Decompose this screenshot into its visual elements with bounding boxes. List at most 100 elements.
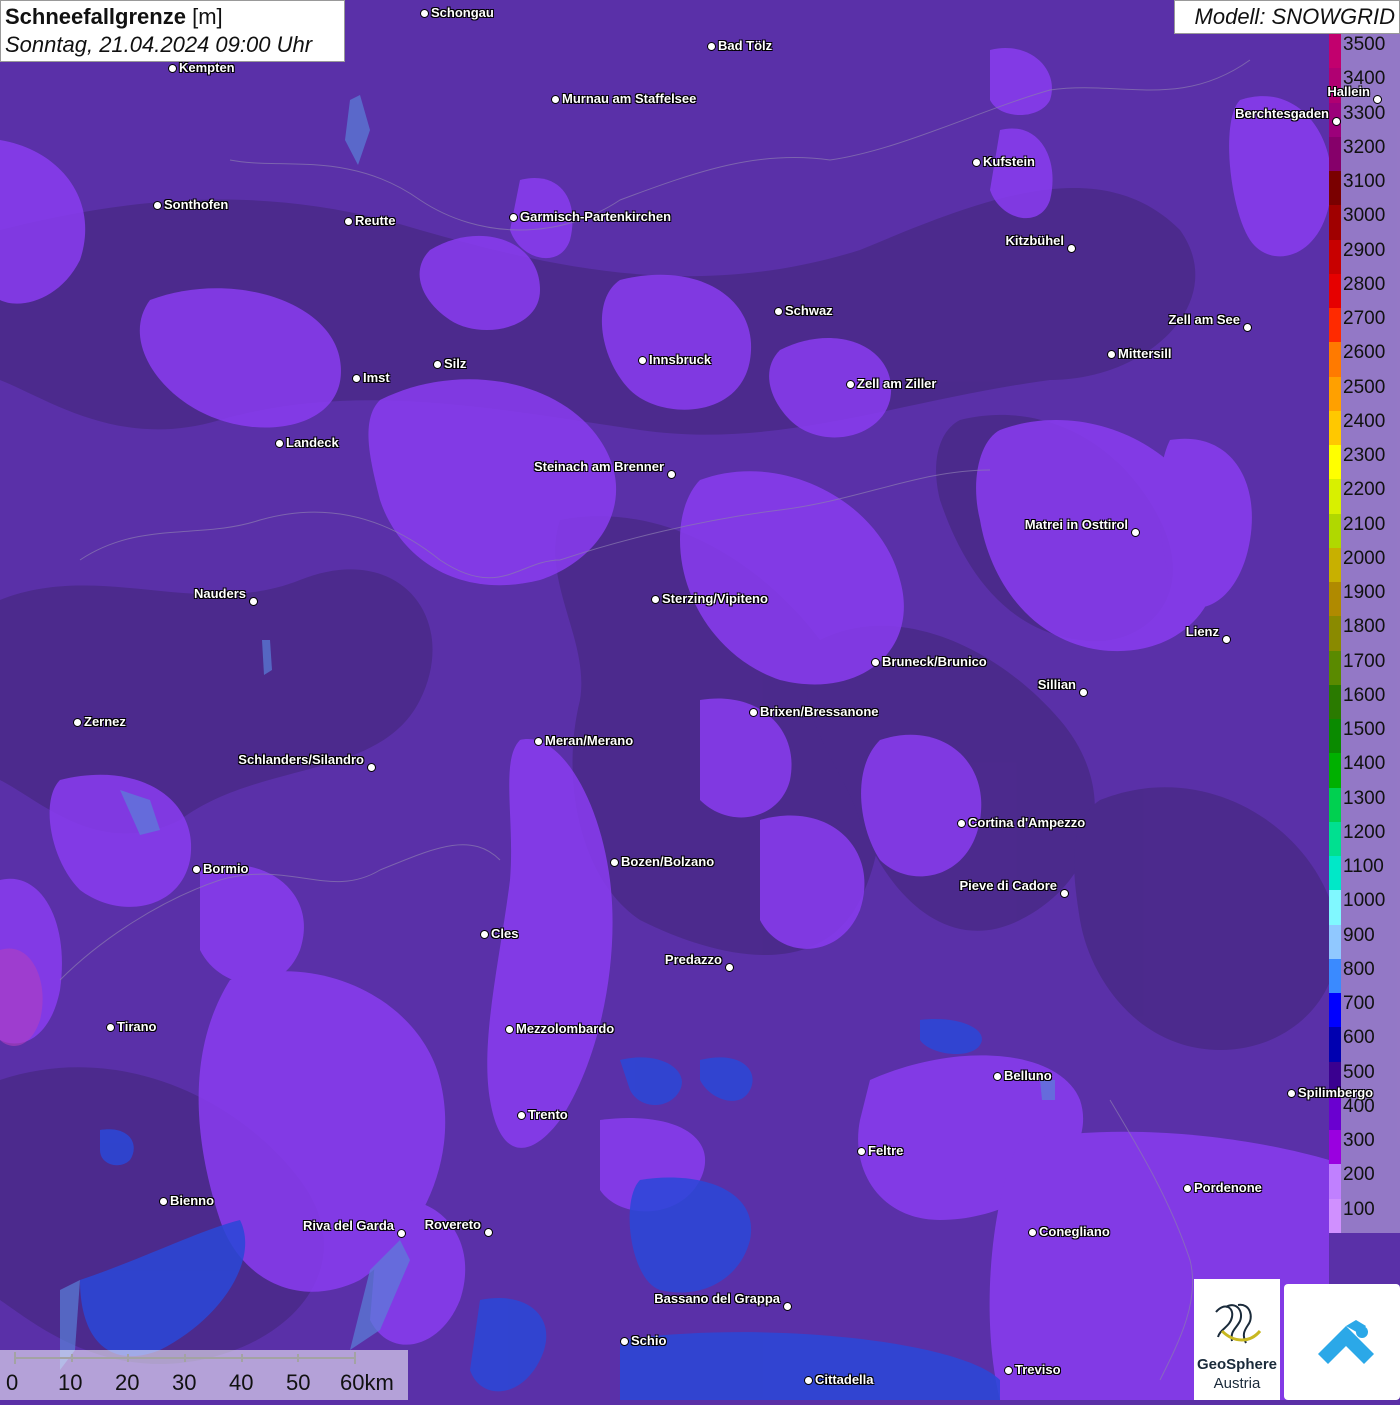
legend-swatch [1329, 821, 1341, 857]
city-label: Treviso [1015, 1362, 1061, 1377]
legend-swatch [1329, 34, 1341, 69]
legend-swatch [1329, 1164, 1341, 1200]
city-marker [275, 439, 284, 448]
legend-label: 1200 [1343, 821, 1386, 843]
city-marker [1243, 323, 1252, 332]
legend-label: 2500 [1343, 376, 1386, 398]
city-marker [993, 1072, 1002, 1081]
map-title: Schneefallgrenze [m] [5, 3, 340, 31]
city-marker [106, 1023, 115, 1032]
city-marker [367, 763, 376, 772]
legend-label: 1500 [1343, 719, 1386, 741]
city-label: Nauders [193, 586, 246, 601]
geosphere-logo-subtext: Austria [1213, 1375, 1261, 1392]
city-marker [1287, 1089, 1296, 1098]
city-label: Feltre [868, 1143, 904, 1158]
legend-label: 2200 [1343, 479, 1386, 501]
city-marker [192, 865, 201, 874]
city-marker [73, 718, 82, 727]
city-marker [517, 1111, 526, 1120]
city-label: Cles [491, 926, 519, 941]
city-label: Kufstein [983, 154, 1035, 169]
city-label: Meran/Merano [545, 733, 634, 748]
city-marker [620, 1337, 629, 1346]
legend-swatch [1329, 684, 1341, 720]
city-label: Garmisch-Partenkirchen [520, 209, 672, 224]
legend-label: 1900 [1343, 582, 1386, 604]
city-label: Lienz [1185, 624, 1219, 639]
app-logo-icon [1318, 1320, 1374, 1364]
city-label: Cittadella [815, 1372, 874, 1387]
legend-swatch [1329, 958, 1341, 994]
legend-swatch [1329, 616, 1341, 652]
legend-label: 2100 [1343, 513, 1386, 535]
city-marker [610, 858, 619, 867]
city-label: Silz [444, 356, 467, 371]
city-label: Riva del Garda [302, 1218, 394, 1233]
legend-swatch [1329, 513, 1341, 549]
legend-label: 2700 [1343, 308, 1386, 330]
parameter-unit: [m] [192, 4, 223, 29]
city-marker [957, 819, 966, 828]
city-marker [534, 737, 543, 746]
city-marker [846, 380, 855, 389]
legend-label: 3000 [1343, 205, 1386, 227]
geosphere-logo-text: GeoSphere [1196, 1356, 1278, 1373]
legend-swatch [1329, 719, 1341, 754]
city-marker [509, 213, 518, 222]
city-marker [651, 595, 660, 604]
city-label: Bruneck/Brunico [882, 654, 987, 669]
legend-label: 2600 [1343, 342, 1386, 364]
scale-label: 30 [172, 1370, 197, 1395]
geosphere-logo-icon [1215, 1303, 1262, 1344]
legend-label: 1700 [1343, 650, 1386, 672]
city-label: Bad Tölz [718, 38, 773, 53]
city-marker [159, 1197, 168, 1206]
city-label: Tirano [117, 1019, 157, 1034]
color-legend: 3500 3400 3300 3200 3100 3000 2900 2800 2700 2600… [1329, 34, 1400, 1234]
legend-label: 200 [1343, 1164, 1375, 1186]
legend-swatch [1329, 856, 1341, 891]
legend-label: 600 [1343, 1027, 1375, 1049]
app-logo[interactable] [1284, 1284, 1400, 1400]
city-label: Trento [528, 1107, 568, 1122]
legend-label: 1400 [1343, 753, 1386, 775]
city-label: Berchtesgaden [1235, 106, 1329, 121]
city-label: Murnau am Staffelsee [562, 91, 697, 106]
scale-label: 60km [340, 1370, 394, 1395]
legend-label: 700 [1343, 993, 1375, 1015]
legend-label: 2800 [1343, 273, 1386, 295]
legend-swatch [1329, 547, 1341, 583]
parameter-name: Schneefallgrenze [5, 4, 186, 29]
legend-swatch [1329, 650, 1341, 686]
legend-swatch [1329, 136, 1341, 172]
legend-swatch [1329, 445, 1341, 480]
legend-label: 3300 [1343, 102, 1386, 124]
city-label: Kempten [179, 60, 235, 75]
city-label: Pieve di Cadore [959, 878, 1057, 893]
legend-swatch [1329, 171, 1341, 206]
legend-swatch [1329, 890, 1341, 926]
geosphere-logo[interactable]: GeoSphere Austria [1194, 1279, 1280, 1400]
model-label: Modell: SNOWGRID [1174, 0, 1400, 34]
city-marker [153, 201, 162, 210]
city-label: Landeck [286, 435, 339, 450]
city-marker [638, 356, 647, 365]
city-label: Zell am See [1168, 312, 1240, 327]
legend-label: 3100 [1343, 171, 1386, 193]
legend-swatch [1329, 582, 1341, 617]
city-label: Cortina d'Ampezzo [968, 815, 1086, 830]
scale-label: 20 [115, 1370, 140, 1395]
legend-label: 900 [1343, 924, 1375, 946]
legend-swatch [1329, 239, 1341, 275]
map-datetime: Sonntag, 21.04.2024 09:00 Uhr [5, 32, 313, 57]
city-marker [1373, 95, 1382, 104]
city-marker [168, 64, 177, 73]
scale-label: 40 [229, 1370, 254, 1395]
legend-swatch [1329, 753, 1341, 789]
city-label: Steinach am Brenner [533, 459, 664, 474]
city-label: Brixen/Bressanone [760, 704, 879, 719]
legend-label: 1000 [1343, 890, 1386, 912]
city-label: Matrei in Osttirol [1024, 517, 1128, 532]
city-marker [804, 1376, 813, 1385]
